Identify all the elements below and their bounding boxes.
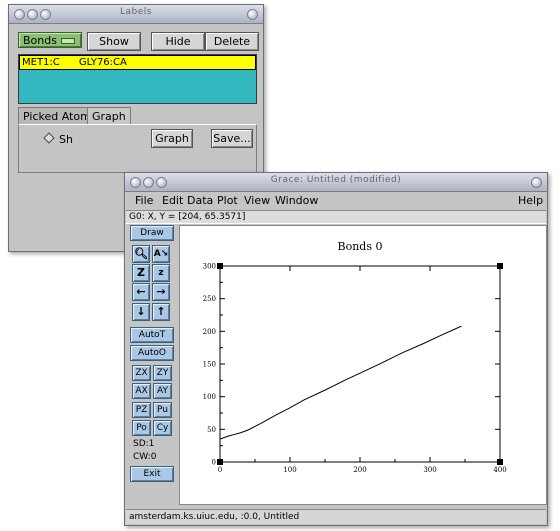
autoscale-text-icon[interactable]: A↘ <box>152 245 170 263</box>
pz-button[interactable]: PZ <box>132 402 151 418</box>
left-arrow-icon[interactable]: ← <box>132 283 150 301</box>
x-tick-label: 400 <box>493 466 506 474</box>
shade-icon[interactable] <box>531 177 542 188</box>
coordinate-readout: G0: X, Y = [204, 65.3571] <box>126 210 546 224</box>
series-line <box>219 325 462 440</box>
menu-window[interactable]: Window <box>275 194 318 207</box>
delete-button[interactable]: Delete <box>205 32 259 51</box>
save-button[interactable]: Save... <box>211 129 253 148</box>
autot-button[interactable]: AutoT <box>130 327 174 343</box>
menu-view[interactable]: View <box>244 194 270 207</box>
mode-menu-button[interactable]: Bonds <box>18 32 82 48</box>
zoom-out-z-icon[interactable]: Z <box>132 264 150 282</box>
pu-button[interactable]: Pu <box>153 402 172 418</box>
y-tick-label: 0 <box>212 459 216 467</box>
x-tick-label: 0 <box>218 466 222 474</box>
zx-button[interactable]: ZX <box>132 365 151 381</box>
tab-picked-atom[interactable]: Picked Atom <box>18 107 96 125</box>
menu-edit[interactable]: Edit <box>162 194 183 207</box>
status-bar: amsterdam.ks.uiuc.edu, :0.0, Untitled <box>126 509 546 524</box>
right-arrow-icon[interactable]: → <box>152 283 170 301</box>
cy-button[interactable]: Cy <box>153 420 172 436</box>
window-title: Grace: Untitled (modified) <box>270 175 402 185</box>
grace-titlebar[interactable]: Grace: Untitled (modified) <box>125 173 547 192</box>
up-arrow-icon[interactable]: ↑ <box>152 303 170 321</box>
menu-help[interactable]: Help <box>518 194 543 207</box>
show-button[interactable]: Show <box>87 32 141 51</box>
grace-window: Grace: Untitled (modified) File Edit Dat… <box>124 172 548 526</box>
hide-button[interactable]: Hide <box>151 32 205 51</box>
radio-label: Sh <box>59 133 73 146</box>
menu-bar: File Edit Data Plot View Window Help <box>125 192 547 208</box>
y-tick-label: 250 <box>203 295 216 303</box>
ax-button[interactable]: AX <box>132 383 151 399</box>
down-arrow-icon[interactable]: ↓ <box>132 303 150 321</box>
selection-handle <box>217 263 223 269</box>
labels-list[interactable]: MET1:C GLY76:CA <box>18 54 257 104</box>
y-tick-label: 100 <box>203 393 216 401</box>
ay-button[interactable]: AY <box>153 383 172 399</box>
y-tick-label: 300 <box>203 263 216 271</box>
graph-button[interactable]: Graph <box>151 129 193 148</box>
zoom-icon[interactable]: 🔍︎ <box>132 245 150 263</box>
mode-label: Bonds <box>23 34 57 47</box>
selection-handle <box>497 263 503 269</box>
list-item[interactable]: MET1:C GLY76:CA <box>19 55 256 70</box>
tab-graph[interactable]: Graph <box>87 107 131 125</box>
y-tick-label: 50 <box>207 426 216 434</box>
menu-data[interactable]: Data <box>187 194 213 207</box>
line-chart: Bonds 0 0 100 200 300 400 0 50 100 150 200 250 300 <box>203 240 507 474</box>
labels-titlebar[interactable]: Labels <box>9 5 263 24</box>
sh-radio[interactable]: Sh <box>43 132 73 146</box>
window-title: Labels <box>120 7 152 17</box>
exit-button[interactable]: Exit <box>130 466 174 482</box>
draw-button[interactable]: Draw <box>130 225 174 241</box>
menu-file[interactable]: File <box>135 194 153 207</box>
plot-canvas[interactable]: Bonds 0 0 100 200 300 400 0 50 100 150 200 250 300 <box>179 225 547 505</box>
plot-frame <box>219 265 501 463</box>
menu-plot[interactable]: Plot <box>217 194 238 207</box>
option-menu-indicator-icon <box>61 38 75 44</box>
zy-button[interactable]: ZY <box>153 365 172 381</box>
cw-indicator: CW:0 <box>133 452 157 462</box>
sd-indicator: SD:1 <box>133 439 155 449</box>
y-tick-label: 200 <box>203 328 216 336</box>
x-tick-label: 300 <box>423 466 436 474</box>
x-tick-label: 100 <box>283 466 296 474</box>
selection-handle <box>217 459 223 465</box>
x-tick-label: 200 <box>353 466 366 474</box>
zoom-in-z-icon[interactable]: z <box>152 264 170 282</box>
autoo-button[interactable]: AutoO <box>130 345 174 361</box>
radio-diamond-icon <box>43 132 55 144</box>
y-tick-label: 150 <box>203 361 216 369</box>
chart-title: Bonds 0 <box>338 240 383 253</box>
selection-handle <box>497 459 503 465</box>
po-button[interactable]: Po <box>132 420 151 436</box>
shade-icon[interactable] <box>247 9 258 20</box>
